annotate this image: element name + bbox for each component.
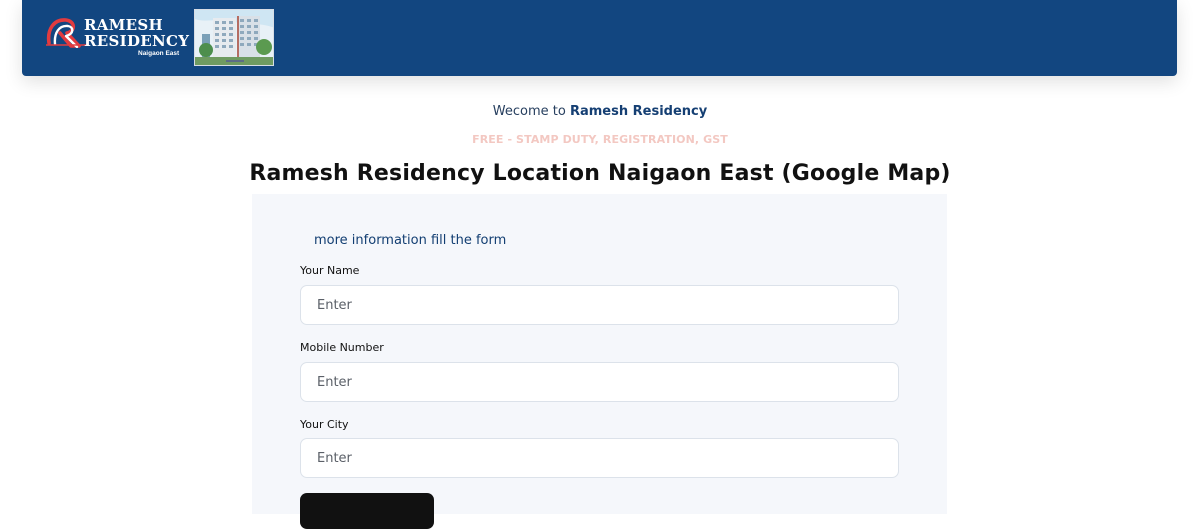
name-label: Your Name — [300, 264, 360, 277]
building-thumbnail[interactable] — [194, 9, 274, 66]
building-photo-icon — [195, 10, 273, 65]
brand-location: Naigaon East — [138, 50, 180, 57]
mobile-label: Mobile Number — [300, 341, 384, 354]
brand-name-line2: RESIDENCY — [84, 32, 190, 50]
welcome-name: Ramesh Residency — [569, 104, 708, 119]
mobile-input[interactable] — [300, 362, 899, 402]
name-input[interactable] — [300, 285, 899, 325]
page-title: Ramesh Residency Location Naigaon East (… — [249, 161, 951, 186]
welcome-text: Wecome to Ramesh Residency — [0, 104, 1200, 119]
site-header: RAMESH RESIDENCY Naigaon East — [22, 0, 1177, 76]
welcome-prefix: Wecome to — [492, 104, 566, 119]
city-label: Your City — [300, 418, 349, 431]
submit-button[interactable] — [300, 493, 434, 529]
offer-text: FREE - STAMP DUTY, REGISTRATION, GST — [472, 133, 728, 146]
rr-monogram-icon — [46, 18, 86, 48]
form-intro: more information fill the form — [314, 233, 507, 248]
brand-logo[interactable]: RAMESH RESIDENCY Naigaon East — [46, 14, 190, 64]
enquiry-form-panel: more information fill the form Your Name… — [252, 194, 947, 529]
city-input[interactable] — [300, 438, 899, 478]
